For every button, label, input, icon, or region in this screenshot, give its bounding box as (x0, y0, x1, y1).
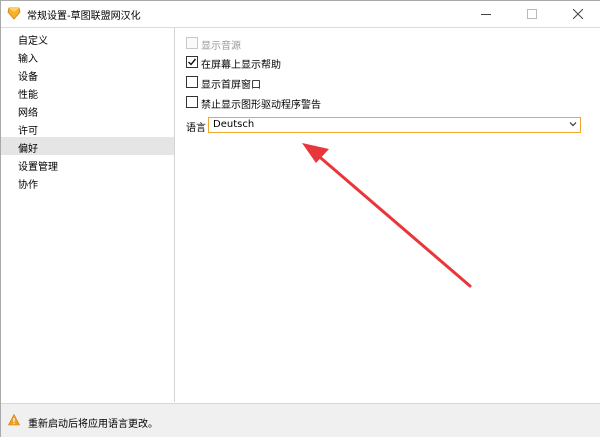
warning-triangle-icon (8, 414, 20, 426)
minimize-icon (480, 13, 491, 15)
language-selected-value: Deutsch (213, 119, 255, 130)
status-bar: 重新启动后将应用语言更改。 (1, 403, 600, 437)
language-label: 语言 (186, 123, 206, 134)
sidebar-item-label: 协作 (18, 180, 38, 191)
show-welcome-window-checkbox[interactable] (186, 76, 198, 88)
sidebar-item-input[interactable]: 输入 (1, 47, 174, 65)
sidebar-item-license[interactable]: 许可 (1, 119, 174, 137)
maximize-button[interactable] (509, 1, 554, 26)
settings-window: 常规设置-草图联盟网汉化 自定义 输入 设备 性能 网络 许可 偏好 设置管理 … (0, 0, 600, 437)
show-help-checkbox[interactable] (186, 56, 198, 68)
status-message: 重新启动后将应用语言更改。 (28, 419, 158, 430)
sidebar-item-settings-management[interactable]: 设置管理 (1, 155, 174, 173)
maximize-icon (526, 8, 537, 19)
sidebar-item-label: 设置管理 (18, 162, 58, 173)
sidebar-item-label: 输入 (18, 54, 38, 65)
sidebar-item-label: 许可 (18, 126, 38, 137)
language-select[interactable]: Deutsch (208, 117, 581, 133)
sidebar-item-devices[interactable]: 设备 (1, 65, 174, 83)
sidebar-item-label: 性能 (18, 90, 38, 101)
close-icon (572, 8, 583, 19)
checkbox-box (186, 76, 198, 88)
show-help-label: 在屏幕上显示帮助 (201, 60, 281, 71)
preferences-panel: 显示音源 在屏幕上显示帮助 显示首屏窗口 禁止显示图形驱动程序警告 语言 Deu… (175, 27, 600, 403)
checkbox-box (186, 37, 198, 49)
check-icon (188, 58, 197, 66)
sidebar-item-label: 自定义 (18, 36, 48, 47)
sidebar-item-label: 网络 (18, 108, 38, 119)
show-audio-label: 显示音源 (201, 41, 241, 52)
checkbox-box (186, 56, 198, 68)
title-bar: 常规设置-草图联盟网汉化 (1, 1, 600, 26)
checkbox-box (186, 96, 198, 108)
minimize-button[interactable] (463, 1, 508, 26)
sidebar-item-customize[interactable]: 自定义 (1, 29, 174, 47)
sidebar-item-label: 偏好 (18, 144, 38, 155)
sidebar-item-performance[interactable]: 性能 (1, 83, 174, 101)
settings-sidebar: 自定义 输入 设备 性能 网络 许可 偏好 设置管理 协作 (1, 27, 174, 403)
window-title: 常规设置-草图联盟网汉化 (27, 11, 141, 22)
show-audio-checkbox[interactable] (186, 37, 198, 49)
sidebar-item-label: 设备 (18, 72, 38, 83)
sidebar-item-network[interactable]: 网络 (1, 101, 174, 119)
close-button[interactable] (555, 1, 600, 26)
sidebar-item-preferences[interactable]: 偏好 (1, 137, 174, 155)
app-icon (7, 7, 21, 20)
suppress-driver-warning-checkbox[interactable] (186, 96, 198, 108)
show-welcome-window-label: 显示首屏窗口 (201, 80, 261, 91)
sidebar-item-collaboration[interactable]: 协作 (1, 173, 174, 191)
chevron-down-icon (569, 122, 577, 127)
suppress-driver-warning-label: 禁止显示图形驱动程序警告 (201, 100, 321, 111)
